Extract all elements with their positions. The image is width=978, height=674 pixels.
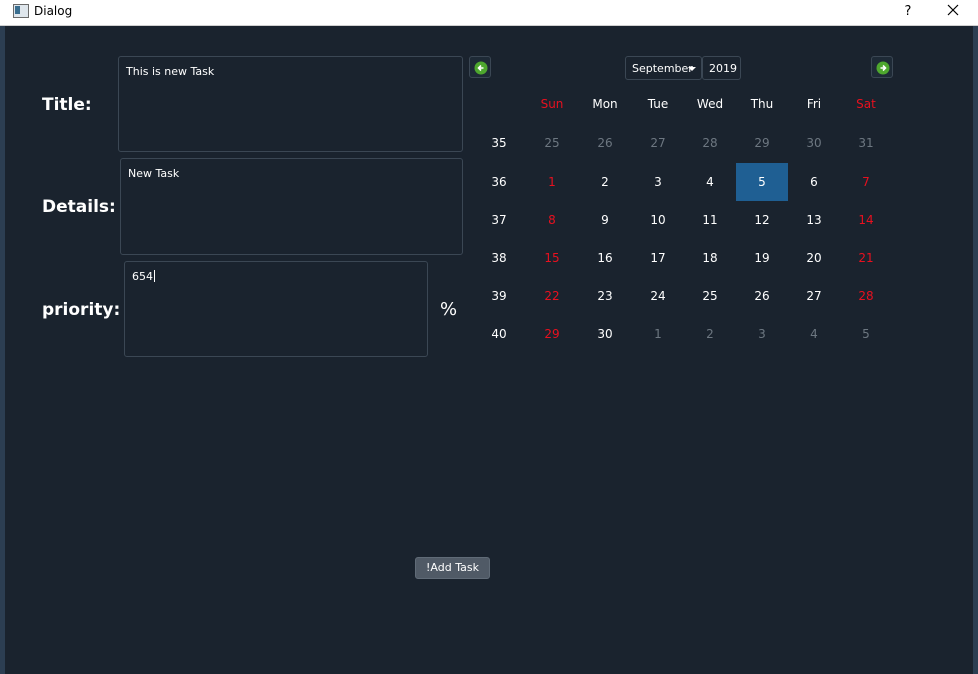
weekday-header: Wed [696, 97, 724, 111]
calendar-day[interactable]: 16 [579, 251, 631, 265]
add-task-button[interactable]: !Add Task [415, 557, 490, 579]
weekday-header: Sat [856, 97, 876, 111]
week-number: 37 [491, 213, 507, 227]
calendar-day[interactable]: 8 [526, 213, 578, 227]
calendar-day[interactable]: 14 [840, 213, 892, 227]
title-label: Title: [42, 95, 92, 115]
calendar-day[interactable]: 2 [684, 327, 736, 341]
calendar-day[interactable]: 5 [840, 327, 892, 341]
app-window-icon [13, 4, 29, 18]
calendar-day[interactable]: 4 [788, 327, 840, 341]
percent-symbol: % [440, 299, 458, 320]
month-select[interactable]: September [625, 56, 702, 80]
calendar-day[interactable]: 27 [632, 136, 684, 150]
weekday-header: Sun [540, 97, 564, 111]
year-spinbox[interactable]: 2019 [702, 56, 741, 80]
calendar-day[interactable]: 31 [840, 136, 892, 150]
calendar-day[interactable]: 25 [684, 289, 736, 303]
calendar-day[interactable]: 12 [736, 213, 788, 227]
calendar-day[interactable]: 30 [788, 136, 840, 150]
calendar-day[interactable]: 21 [840, 251, 892, 265]
calendar-day[interactable]: 10 [632, 213, 684, 227]
calendar-day[interactable]: 30 [579, 327, 631, 341]
calendar-day[interactable]: 25 [526, 136, 578, 150]
calendar-day[interactable]: 6 [788, 175, 840, 189]
calendar-day[interactable]: 27 [788, 289, 840, 303]
calendar-day[interactable]: 9 [579, 213, 631, 227]
weekday-header: Tue [647, 97, 669, 111]
priority-input-value: 654 [132, 270, 153, 283]
calendar-day[interactable]: 18 [684, 251, 736, 265]
details-input-value: New Task [128, 167, 180, 180]
arrow-right-icon [876, 61, 890, 75]
window-frame-right [973, 26, 978, 674]
calendar-day[interactable]: 11 [684, 213, 736, 227]
window-frame-left [0, 26, 5, 674]
weekday-header: Thu [750, 97, 774, 111]
weekday-header: Mon [592, 97, 618, 111]
month-select-value: September [632, 62, 693, 75]
calendar-day[interactable]: 19 [736, 251, 788, 265]
priority-label: priority: [42, 300, 121, 320]
calendar-day[interactable]: 3 [632, 175, 684, 189]
week-number: 40 [491, 327, 507, 341]
calendar-day[interactable]: 28 [840, 289, 892, 303]
help-button[interactable]: ? [896, 0, 920, 25]
calendar-day[interactable]: 4 [684, 175, 736, 189]
details-input[interactable]: New Task [120, 158, 463, 255]
calendar-day[interactable]: 1 [632, 327, 684, 341]
week-number: 39 [491, 289, 507, 303]
calendar-day[interactable]: 29 [526, 327, 578, 341]
next-month-button[interactable] [871, 56, 893, 78]
previous-month-button[interactable] [469, 56, 491, 78]
title-input-value: This is new Task [126, 65, 215, 78]
close-icon [947, 4, 959, 16]
calendar-day[interactable]: 2 [579, 175, 631, 189]
title-bar: Dialog ? [0, 0, 978, 26]
calendar-day[interactable]: 26 [736, 289, 788, 303]
text-caret [154, 270, 155, 282]
calendar-day[interactable]: 20 [788, 251, 840, 265]
details-label: Details: [42, 197, 116, 217]
calendar-day[interactable]: 3 [736, 327, 788, 341]
calendar-day[interactable]: 28 [684, 136, 736, 150]
close-button[interactable] [940, 0, 966, 25]
calendar-day[interactable]: 26 [579, 136, 631, 150]
calendar-day[interactable]: 1 [526, 175, 578, 189]
calendar-day[interactable]: 23 [579, 289, 631, 303]
week-number: 35 [491, 136, 507, 150]
weekday-header: Fri [806, 97, 822, 111]
calendar-day[interactable]: 29 [736, 136, 788, 150]
calendar-day[interactable]: 13 [788, 213, 840, 227]
chevron-down-icon [688, 67, 696, 71]
calendar-day[interactable]: 7 [840, 175, 892, 189]
calendar-day[interactable]: 15 [526, 251, 578, 265]
window-title: Dialog [34, 4, 73, 18]
calendar-day[interactable]: 5 [736, 175, 788, 189]
calendar-day[interactable]: 17 [632, 251, 684, 265]
title-input[interactable]: This is new Task [118, 56, 463, 152]
calendar-day[interactable]: 24 [632, 289, 684, 303]
week-number: 36 [491, 175, 507, 189]
arrow-left-icon [474, 61, 488, 75]
week-number: 38 [491, 251, 507, 265]
calendar-day[interactable]: 22 [526, 289, 578, 303]
year-value: 2019 [709, 62, 737, 75]
priority-input[interactable]: 654 [124, 261, 428, 357]
